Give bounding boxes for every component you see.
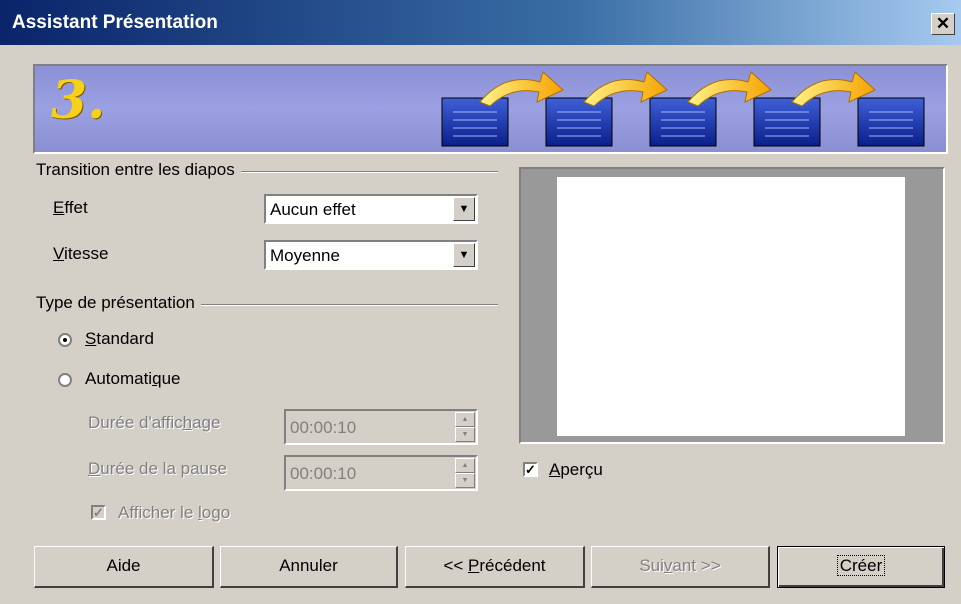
speed-value: Moyenne	[270, 246, 340, 265]
presentation-group-label: Type de présentation	[36, 293, 201, 313]
show-logo-checkbox[interactable]: ✓	[91, 505, 106, 520]
standard-radio[interactable]	[58, 333, 72, 347]
preview-slide	[557, 177, 905, 436]
wizard-banner: 3.	[33, 64, 948, 154]
display-duration-field[interactable]: 00:00:10 ▲ ▼	[284, 409, 478, 445]
preview-frame	[519, 167, 945, 444]
pause-duration-label: Durée de la pause	[88, 459, 227, 478]
pause-duration-value: 00:00:10	[290, 464, 357, 483]
spin-down-icon[interactable]: ▼	[455, 473, 475, 488]
transition-group-label: Transition entre les diapos	[36, 160, 241, 180]
spin-down-icon[interactable]: ▼	[455, 427, 475, 442]
help-button[interactable]: Aide	[34, 546, 214, 588]
preview-checkbox[interactable]: ✓	[523, 462, 538, 477]
slide-icon	[649, 97, 717, 147]
spin-up-icon[interactable]: ▲	[455, 412, 475, 427]
close-button[interactable]: ✕	[931, 13, 955, 35]
pause-duration-field[interactable]: 00:00:10 ▲ ▼	[284, 455, 478, 491]
dropdown-arrow-icon[interactable]: ▼	[453, 243, 475, 267]
slide-icon	[545, 97, 613, 147]
speed-select[interactable]: Moyenne ▼	[264, 240, 478, 270]
display-duration-value: 00:00:10	[290, 418, 357, 437]
wizard-steps-graphic	[441, 71, 925, 147]
show-logo-label[interactable]: Afficher le logo	[118, 503, 230, 523]
speed-label: Vitesse	[53, 244, 109, 263]
next-button[interactable]: Suivant >>	[591, 546, 770, 588]
effect-label: Effet	[53, 198, 88, 217]
standard-label-rest: tandard	[96, 329, 155, 348]
slide-icon	[857, 97, 925, 147]
create-button[interactable]: Créer	[777, 546, 945, 588]
slide-icon	[753, 97, 821, 147]
display-duration-label: Durée d'affichage	[88, 413, 221, 432]
effect-value: Aucun effet	[270, 200, 356, 219]
preview-label[interactable]: Aperçu	[549, 460, 603, 480]
window-title: Assistant Présentation	[12, 12, 218, 33]
effect-label-rest: ffet	[64, 198, 88, 217]
close-icon: ✕	[935, 14, 951, 33]
automatic-label[interactable]: Automatique	[85, 369, 180, 389]
slide-icon	[441, 97, 509, 147]
radio-selected-dot	[63, 338, 67, 342]
speed-label-rest: itesse	[64, 244, 109, 263]
cancel-button[interactable]: Annuler	[220, 546, 398, 588]
automatic-radio[interactable]	[58, 373, 72, 387]
previous-button[interactable]: << Précédent	[405, 546, 585, 588]
effect-select[interactable]: Aucun effet ▼	[264, 194, 478, 224]
dropdown-arrow-icon[interactable]: ▼	[453, 197, 475, 221]
create-button-label: Créer	[836, 555, 886, 576]
standard-label[interactable]: Standard	[85, 329, 154, 349]
window-titlebar: Assistant Présentation ✕	[0, 0, 961, 45]
spin-up-icon[interactable]: ▲	[455, 458, 475, 473]
